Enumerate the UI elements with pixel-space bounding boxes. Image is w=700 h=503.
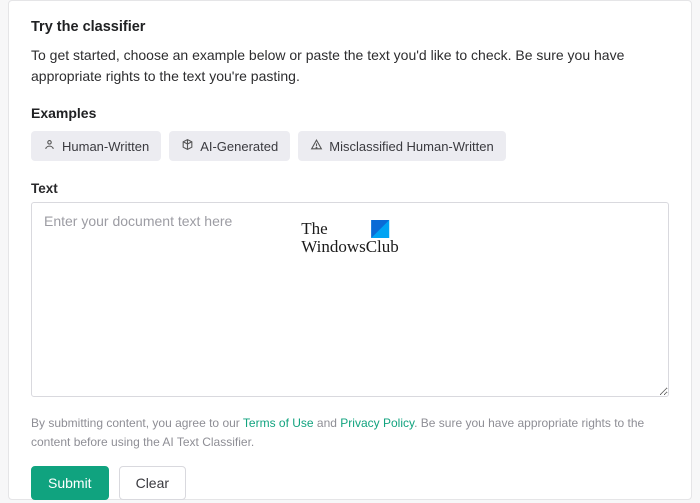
disclaimer-prefix: By submitting content, you agree to our <box>31 416 243 430</box>
page-title: Try the classifier <box>31 19 669 35</box>
disclaimer-and: and <box>314 416 341 430</box>
clear-button[interactable]: Clear <box>119 466 186 500</box>
example-misclassified[interactable]: Misclassified Human-Written <box>298 131 505 161</box>
examples-row: Human-Written AI-Generated Misclassified… <box>31 131 669 161</box>
terms-link[interactable]: Terms of Use <box>243 416 314 430</box>
classifier-panel: Try the classifier To get started, choos… <box>8 0 692 500</box>
chip-label: Human-Written <box>62 139 149 154</box>
document-text-input[interactable] <box>31 202 669 397</box>
chip-label: AI-Generated <box>200 139 278 154</box>
chip-label: Misclassified Human-Written <box>329 139 493 154</box>
submit-button[interactable]: Submit <box>31 466 109 500</box>
privacy-link[interactable]: Privacy Policy <box>340 416 414 430</box>
examples-label: Examples <box>31 105 669 121</box>
example-human-written[interactable]: Human-Written <box>31 131 161 161</box>
cube-icon <box>181 138 194 154</box>
button-row: Submit Clear <box>31 466 669 500</box>
person-icon <box>43 138 56 154</box>
textarea-container: The WindowsClub <box>31 202 669 402</box>
intro-text: To get started, choose an example below … <box>31 45 669 87</box>
example-ai-generated[interactable]: AI-Generated <box>169 131 290 161</box>
disclaimer: By submitting content, you agree to our … <box>31 414 669 452</box>
warning-icon <box>310 138 323 154</box>
text-label: Text <box>31 181 669 196</box>
